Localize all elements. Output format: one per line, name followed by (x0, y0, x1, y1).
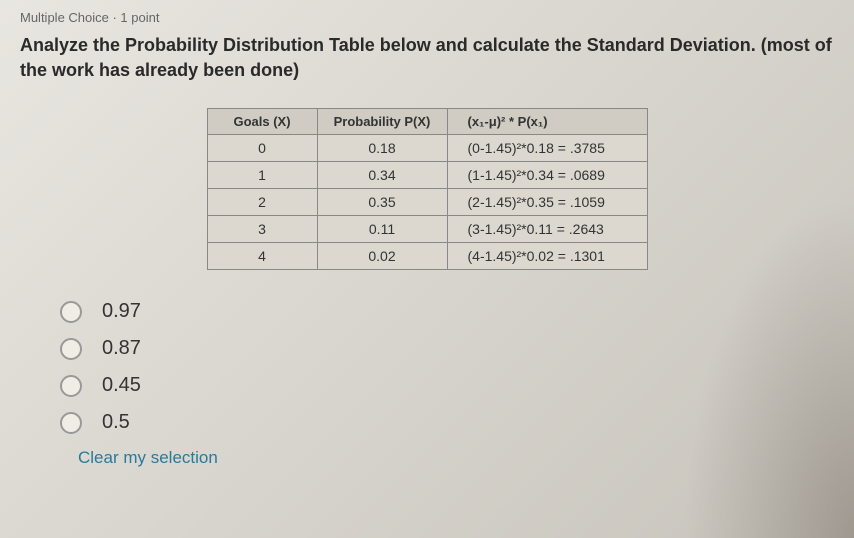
cell-p: 0.11 (317, 216, 447, 243)
distribution-table-wrap: Goals (X) Probability P(X) (x₁-μ)² * P(x… (20, 108, 834, 270)
option-b[interactable]: 0.87 (60, 337, 834, 360)
cell-p: 0.34 (317, 162, 447, 189)
cell-x: 3 (207, 216, 317, 243)
option-a[interactable]: 0.97 (60, 300, 834, 323)
radio-icon[interactable] (60, 338, 82, 360)
table-header-calculation: (x₁-μ)² * P(x₁) (447, 109, 647, 135)
table-row: 2 0.35 (2-1.45)²*0.35 = .1059 (207, 189, 647, 216)
cell-p: 0.02 (317, 243, 447, 270)
radio-icon[interactable] (60, 301, 82, 323)
option-label: 0.45 (102, 374, 141, 397)
cell-calc: (0-1.45)²*0.18 = .3785 (447, 135, 647, 162)
option-d[interactable]: 0.5 (60, 411, 834, 434)
cell-x: 0 (207, 135, 317, 162)
cell-calc: (4-1.45)²*0.02 = .1301 (447, 243, 647, 270)
cell-p: 0.18 (317, 135, 447, 162)
question-text: Analyze the Probability Distribution Tab… (20, 33, 834, 83)
cell-calc: (2-1.45)²*0.35 = .1059 (447, 189, 647, 216)
cell-x: 4 (207, 243, 317, 270)
table-row: 3 0.11 (3-1.45)²*0.11 = .2643 (207, 216, 647, 243)
option-label: 0.5 (102, 411, 130, 434)
distribution-table: Goals (X) Probability P(X) (x₁-μ)² * P(x… (207, 108, 648, 270)
cell-calc: (1-1.45)²*0.34 = .0689 (447, 162, 647, 189)
table-row: 0 0.18 (0-1.45)²*0.18 = .3785 (207, 135, 647, 162)
option-label: 0.97 (102, 300, 141, 323)
radio-icon[interactable] (60, 412, 82, 434)
question-meta: Multiple Choice · 1 point (20, 10, 834, 25)
option-c[interactable]: 0.45 (60, 374, 834, 397)
cell-x: 2 (207, 189, 317, 216)
answer-options: 0.97 0.87 0.45 0.5 (60, 300, 834, 434)
table-row: 4 0.02 (4-1.45)²*0.02 = .1301 (207, 243, 647, 270)
clear-selection-link[interactable]: Clear my selection (78, 448, 834, 468)
table-header-goals: Goals (X) (207, 109, 317, 135)
table-row: 1 0.34 (1-1.45)²*0.34 = .0689 (207, 162, 647, 189)
cell-calc: (3-1.45)²*0.11 = .2643 (447, 216, 647, 243)
option-label: 0.87 (102, 337, 141, 360)
table-header-probability: Probability P(X) (317, 109, 447, 135)
radio-icon[interactable] (60, 375, 82, 397)
cell-p: 0.35 (317, 189, 447, 216)
cell-x: 1 (207, 162, 317, 189)
